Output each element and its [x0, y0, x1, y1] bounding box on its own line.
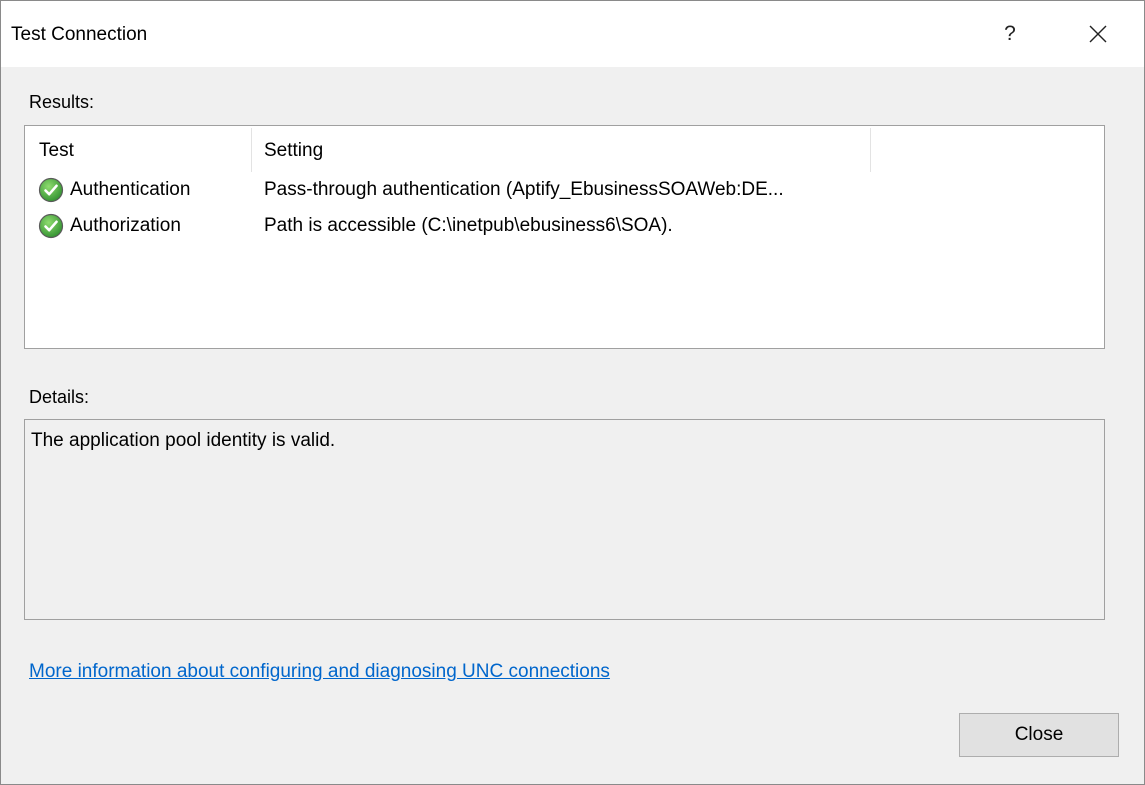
test-connection-dialog: Test Connection ? Results: Test Setting [0, 0, 1145, 785]
check-circle-icon [38, 177, 64, 203]
row-test-name: Authorization [70, 215, 181, 236]
row-setting: Pass-through authentication (Aptify_Ebus… [264, 179, 784, 200]
row-setting: Path is accessible (C:\inetpub\ebusiness… [264, 215, 673, 236]
unc-help-link[interactable]: More information about configuring and d… [29, 661, 610, 683]
column-header-setting[interactable]: Setting [264, 140, 323, 162]
check-circle-icon [38, 213, 64, 239]
column-header-test[interactable]: Test [39, 140, 74, 162]
close-button[interactable]: Close [959, 713, 1119, 757]
column-divider[interactable] [870, 128, 871, 172]
help-button[interactable]: ? [983, 1, 1037, 67]
details-textbox[interactable]: The application pool identity is valid. [24, 419, 1105, 620]
details-label: Details: [29, 387, 90, 407]
results-row-authentication[interactable]: Authentication Pass-through authenticati… [25, 172, 1104, 208]
dialog-title: Test Connection [11, 24, 148, 45]
results-header: Test Setting [25, 126, 1104, 176]
row-test-name: Authentication [70, 179, 191, 200]
title-bar: Test Connection ? [1, 1, 1144, 67]
results-label: Results: [29, 92, 95, 112]
results-row-authorization[interactable]: Authorization Path is accessible (C:\ine… [25, 208, 1104, 244]
column-divider[interactable] [251, 128, 252, 172]
close-icon [1089, 25, 1107, 43]
results-list[interactable]: Test Setting Authentication Pass-through… [24, 125, 1105, 349]
details-text: The application pool identity is valid. [31, 430, 336, 451]
close-window-button[interactable] [1071, 1, 1125, 67]
